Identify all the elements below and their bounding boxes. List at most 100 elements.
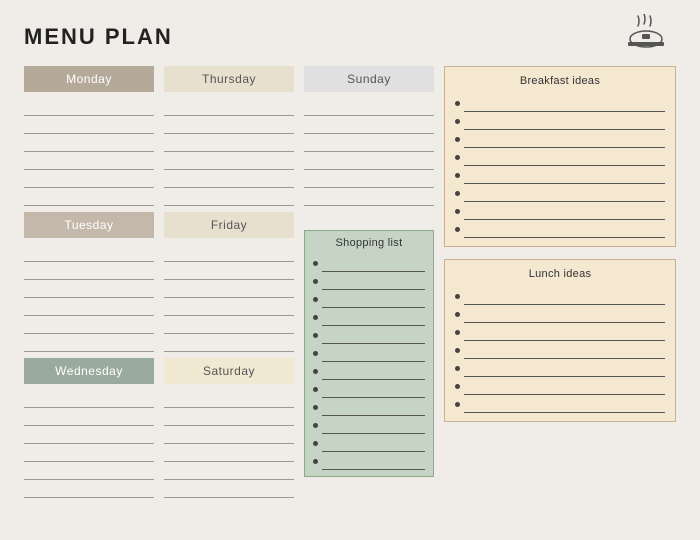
bullet-dot <box>313 315 318 320</box>
list-item <box>313 399 425 416</box>
sunday-column: Sunday <box>304 66 434 206</box>
line <box>24 444 154 462</box>
list-line <box>322 309 425 326</box>
list-item <box>455 185 665 202</box>
list-line <box>464 221 665 238</box>
line <box>304 188 434 206</box>
list-item <box>455 288 665 305</box>
list-item <box>455 203 665 220</box>
bullet-dot <box>455 384 460 389</box>
line <box>24 316 154 334</box>
list-item <box>455 95 665 112</box>
tuesday-lines <box>24 244 154 352</box>
bullet-dot <box>455 330 460 335</box>
bullet-dot <box>455 119 460 124</box>
list-line <box>322 417 425 434</box>
list-line <box>464 95 665 112</box>
shopping-list-header: Shopping list <box>313 237 425 249</box>
list-item <box>455 149 665 166</box>
bullet-dot <box>455 191 460 196</box>
list-item <box>313 363 425 380</box>
middle-section: Sunday Shopping list <box>304 66 434 477</box>
line <box>304 134 434 152</box>
list-item <box>455 221 665 238</box>
line <box>164 462 294 480</box>
list-item <box>313 381 425 398</box>
list-line <box>464 167 665 184</box>
bullet-dot <box>313 297 318 302</box>
wednesday-lines <box>24 390 154 498</box>
list-line <box>464 342 665 359</box>
line <box>24 462 154 480</box>
bullet-dot <box>455 348 460 353</box>
list-item <box>313 435 425 452</box>
list-item <box>455 342 665 359</box>
line <box>164 152 294 170</box>
bullet-dot <box>455 402 460 407</box>
list-line <box>464 378 665 395</box>
page: MENU PLAN Monday <box>0 0 700 540</box>
list-line <box>322 399 425 416</box>
bullet-dot <box>455 209 460 214</box>
wednesday-header: Wednesday <box>24 358 154 384</box>
line <box>164 334 294 352</box>
monday-column: Monday Tuesday <box>24 66 154 498</box>
line <box>24 426 154 444</box>
list-line <box>464 131 665 148</box>
sunday-lines <box>304 98 434 206</box>
list-line <box>464 360 665 377</box>
line <box>24 134 154 152</box>
thursday-header: Thursday <box>164 66 294 92</box>
line <box>164 298 294 316</box>
line <box>24 298 154 316</box>
line <box>164 316 294 334</box>
list-item <box>313 345 425 362</box>
bullet-dot <box>313 441 318 446</box>
list-line <box>322 345 425 362</box>
bullet-dot <box>455 366 460 371</box>
list-item <box>455 306 665 323</box>
list-line <box>464 324 665 341</box>
line <box>24 334 154 352</box>
list-line <box>464 113 665 130</box>
lunch-ideas-header: Lunch ideas <box>455 268 665 280</box>
list-line <box>322 453 425 470</box>
friday-header: Friday <box>164 212 294 238</box>
line <box>24 262 154 280</box>
line <box>164 426 294 444</box>
list-line <box>464 396 665 413</box>
breakfast-ideas-header: Breakfast ideas <box>455 75 665 87</box>
list-item <box>313 417 425 434</box>
list-line <box>322 381 425 398</box>
list-line <box>322 327 425 344</box>
bullet-dot <box>313 333 318 338</box>
line <box>164 134 294 152</box>
bullet-dot <box>313 279 318 284</box>
bullet-dot <box>313 423 318 428</box>
line <box>164 390 294 408</box>
list-item <box>455 113 665 130</box>
line <box>164 280 294 298</box>
list-line <box>464 306 665 323</box>
shopping-list <box>313 255 425 470</box>
line <box>164 262 294 280</box>
main-grid: Monday Tuesday <box>24 66 676 498</box>
tuesday-header: Tuesday <box>24 212 154 238</box>
list-item <box>455 324 665 341</box>
list-line <box>464 149 665 166</box>
lunch-ideas-list <box>455 288 665 413</box>
line <box>24 116 154 134</box>
bullet-dot <box>455 137 460 142</box>
friday-lines <box>164 244 294 352</box>
list-item <box>455 360 665 377</box>
list-line <box>464 185 665 202</box>
list-item <box>313 255 425 272</box>
ideas-section: Breakfast ideas Lunch ideas <box>444 66 676 422</box>
list-item <box>455 378 665 395</box>
line <box>164 98 294 116</box>
list-line <box>322 291 425 308</box>
list-item <box>455 131 665 148</box>
line <box>24 188 154 206</box>
line <box>24 408 154 426</box>
line <box>304 98 434 116</box>
